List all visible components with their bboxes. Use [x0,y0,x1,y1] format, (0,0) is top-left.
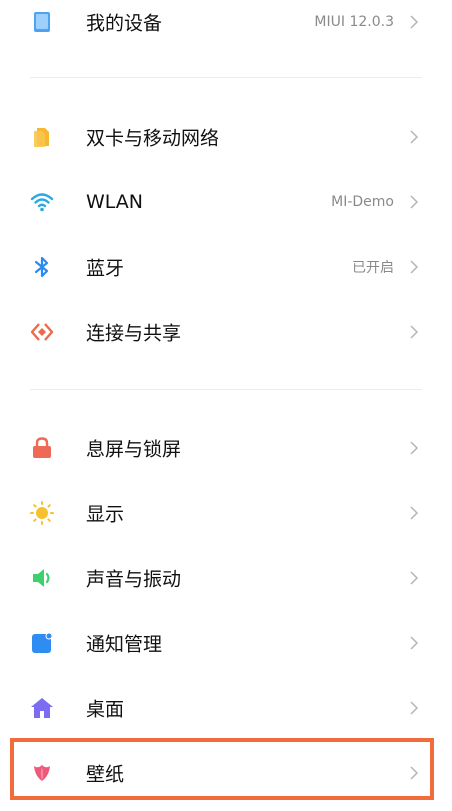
chevron-right-icon [406,570,422,586]
settings-item-lock-screen[interactable]: 息屏与锁屏 [0,416,452,480]
chevron-right-icon [406,194,422,210]
settings-item-label: 显示 [86,503,125,526]
wifi-icon [30,190,54,214]
settings-item-value: MIUI 12.0.3 [314,14,394,30]
settings-item-label: 连接与共享 [86,322,182,345]
bluetooth-icon [30,255,54,279]
chevron-right-icon [406,14,422,30]
sim-card-icon [30,125,54,149]
settings-item-label: 蓝牙 [86,257,125,280]
connection-share-icon [30,320,54,344]
settings-item-label: 声音与振动 [86,568,182,591]
chevron-right-icon [406,259,422,275]
home-icon [30,696,54,720]
notification-icon [30,631,54,655]
settings-item-my-device[interactable]: 我的设备 MIUI 12.0.3 [0,0,452,54]
settings-item-bluetooth[interactable]: 蓝牙 已开启 [0,235,452,299]
settings-item-sim-network[interactable]: 双卡与移动网络 [0,105,452,169]
settings-item-notifications[interactable]: 通知管理 [0,611,452,675]
settings-item-label: 我的设备 [86,12,163,35]
settings-item-sound-vibration[interactable]: 声音与振动 [0,546,452,610]
chevron-right-icon [406,700,422,716]
settings-item-label: 桌面 [86,698,125,721]
speaker-icon [30,566,54,590]
settings-item-connection-share[interactable]: 连接与共享 [0,300,452,364]
settings-item-wlan[interactable]: WLAN MI-Demo [0,170,452,234]
chevron-right-icon [406,324,422,340]
settings-item-value: 已开启 [352,260,394,276]
device-icon [30,10,54,34]
section-divider [30,389,422,390]
selection-highlight-box [10,738,434,800]
chevron-right-icon [406,505,422,521]
settings-item-value: MI-Demo [331,194,394,210]
settings-item-label: WLAN [86,191,144,213]
settings-item-label: 双卡与移动网络 [86,127,220,150]
settings-item-home-screen[interactable]: 桌面 [0,676,452,740]
lock-icon [30,436,54,460]
section-divider [30,77,422,78]
chevron-right-icon [406,440,422,456]
chevron-right-icon [406,129,422,145]
settings-item-label: 通知管理 [86,633,163,656]
settings-item-display[interactable]: 显示 [0,481,452,545]
chevron-right-icon [406,635,422,651]
sun-icon [30,501,54,525]
settings-item-label: 息屏与锁屏 [86,438,182,461]
